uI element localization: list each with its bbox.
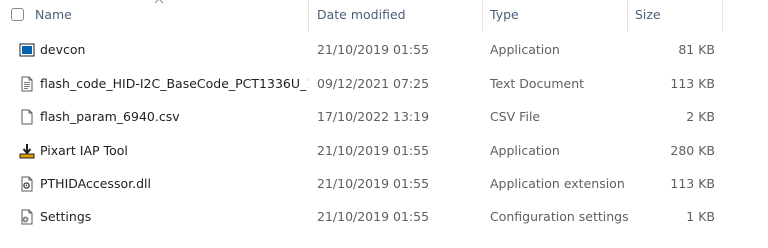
file-type: Application extension bbox=[490, 176, 625, 191]
file-type: Configuration settings bbox=[490, 209, 629, 224]
column-header-date-modified[interactable]: Date modified bbox=[317, 0, 477, 32]
text-document-icon bbox=[21, 76, 33, 92]
file-row[interactable]: flash_param_6940.csv 17/10/2022 13:19 CS… bbox=[0, 100, 768, 133]
file-date-modified: 21/10/2019 01:55 bbox=[317, 209, 430, 224]
column-divider[interactable] bbox=[627, 0, 628, 32]
file-type: Application bbox=[490, 42, 560, 57]
file-type: CSV File bbox=[490, 109, 541, 124]
file-size: 2 KB bbox=[686, 109, 715, 124]
file-name: devcon bbox=[40, 42, 86, 57]
application-window-icon bbox=[19, 43, 35, 57]
file-date-modified: 21/10/2019 01:55 bbox=[317, 143, 430, 158]
settings-gear-document-icon bbox=[21, 209, 33, 225]
file-size: 280 KB bbox=[670, 143, 715, 158]
column-header-type[interactable]: Type bbox=[490, 0, 620, 32]
file-row[interactable]: Pixart IAP Tool 21/10/2019 01:55 Applica… bbox=[0, 134, 768, 167]
file-size: 113 KB bbox=[670, 76, 715, 91]
file-date-modified: 09/12/2021 07:25 bbox=[317, 76, 430, 91]
file-size: 113 KB bbox=[670, 176, 715, 191]
file-date-modified: 21/10/2019 01:55 bbox=[317, 42, 430, 57]
file-row[interactable]: flash_code_HID-I2C_BaseCode_PCT1336U_1..… bbox=[0, 67, 768, 100]
file-size: 81 KB bbox=[678, 42, 715, 57]
file-type: Text Document bbox=[490, 76, 585, 91]
download-tray-icon bbox=[19, 144, 35, 159]
file-row[interactable]: devcon 21/10/2019 01:55 Application 81 K… bbox=[0, 33, 768, 66]
file-date-modified: 17/10/2022 13:19 bbox=[317, 109, 430, 124]
file-row[interactable]: Settings 21/10/2019 01:55 Configuration … bbox=[0, 200, 768, 233]
file-type: Application bbox=[490, 143, 560, 158]
file-name: flash_code_HID-I2C_BaseCode_PCT1336U_1..… bbox=[40, 76, 308, 91]
file-name: PTHIDAccessor.dll bbox=[40, 176, 151, 191]
file-name: flash_param_6940.csv bbox=[40, 109, 180, 124]
dll-gear-document-icon bbox=[21, 176, 33, 192]
select-all-checkbox[interactable] bbox=[11, 8, 24, 21]
file-date-modified: 21/10/2019 01:55 bbox=[317, 176, 430, 191]
column-divider[interactable] bbox=[308, 0, 309, 32]
column-header-name[interactable]: Name bbox=[35, 0, 303, 32]
column-header-row: Name Date modified Type Size bbox=[0, 0, 768, 32]
column-divider[interactable] bbox=[722, 0, 723, 32]
column-divider[interactable] bbox=[482, 0, 483, 32]
file-name: Settings bbox=[40, 209, 92, 224]
file-size: 1 KB bbox=[686, 209, 715, 224]
file-row[interactable]: PTHIDAccessor.dll 21/10/2019 01:55 Appli… bbox=[0, 167, 768, 200]
blank-document-icon bbox=[21, 109, 33, 125]
column-header-size[interactable]: Size bbox=[635, 0, 715, 32]
file-name: Pixart IAP Tool bbox=[40, 143, 128, 158]
